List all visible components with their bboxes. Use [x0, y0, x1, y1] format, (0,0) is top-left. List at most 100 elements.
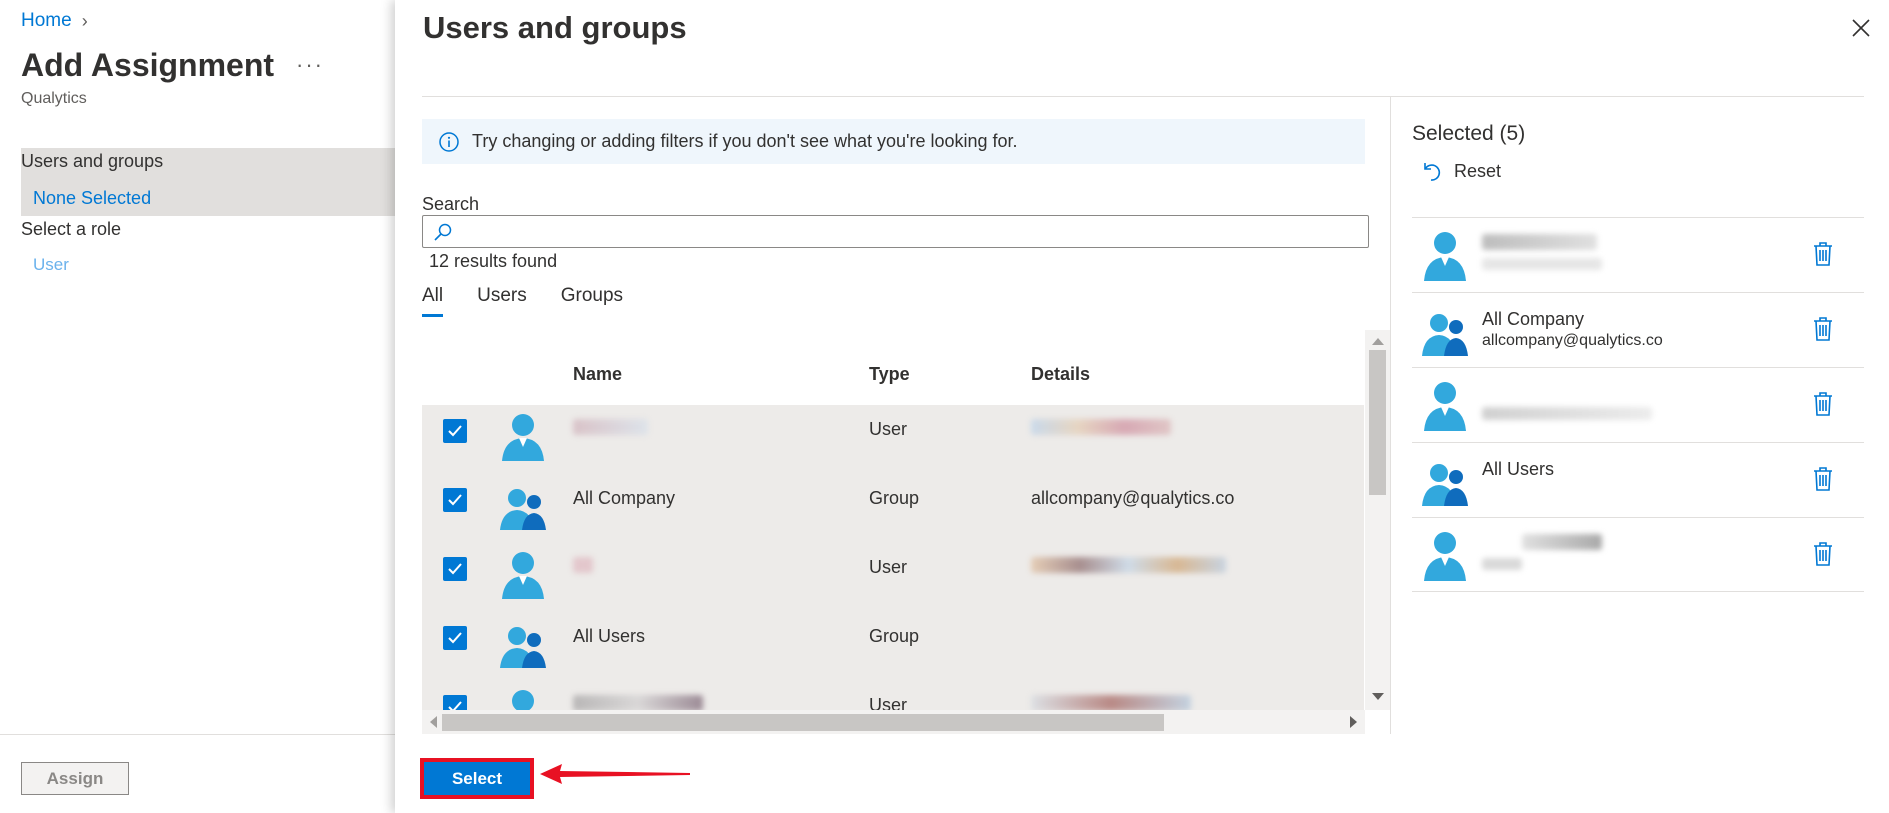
info-banner-text: Try changing or adding filters if you do…: [472, 131, 1018, 151]
selected-item-name: All Company: [1482, 309, 1585, 329]
row-name: [573, 419, 648, 440]
user-avatar-icon: [502, 552, 544, 599]
group-avatar-icon: [1422, 464, 1468, 506]
table-row[interactable]: User: [422, 405, 1364, 474]
row-checkbox[interactable]: [443, 419, 467, 443]
page-title: Add Assignment: [21, 47, 275, 83]
scroll-up-icon[interactable]: [1372, 338, 1384, 345]
row-type: User: [869, 419, 908, 439]
search-label: Search: [422, 194, 480, 214]
row-name: All Users: [573, 626, 646, 646]
reset-label: Reset: [1454, 160, 1502, 181]
row-type: Group: [869, 626, 920, 646]
panel-title: Users and groups: [423, 10, 687, 45]
grid-rows: User All Company Group allcompany@qualyt…: [422, 405, 1364, 710]
results-count: 12 results found: [429, 251, 558, 271]
horizontal-scroll-thumb[interactable]: [442, 714, 1164, 731]
column-header-type[interactable]: Type: [869, 364, 910, 385]
row-name: All Company: [573, 488, 676, 508]
assignment-pane: Home › Add Assignment ··· Qualytics User…: [0, 0, 395, 813]
selected-count-title: Selected (5): [1412, 122, 1526, 145]
grid-horizontal-scrollbar[interactable]: [422, 710, 1365, 734]
assign-button[interactable]: Assign: [21, 762, 129, 795]
row-name: [573, 695, 703, 710]
annotation-highlight-box: [420, 758, 534, 799]
chevron-right-icon: ›: [81, 10, 88, 31]
search-box[interactable]: [422, 215, 1369, 248]
scroll-right-icon[interactable]: [1350, 716, 1357, 728]
trash-icon[interactable]: [1812, 541, 1834, 567]
tab-groups[interactable]: Groups: [561, 285, 623, 317]
users-groups-value-link[interactable]: None Selected: [33, 188, 151, 209]
annotation-arrow-icon: [540, 764, 690, 784]
breadcrumb-home-link[interactable]: Home: [21, 10, 72, 32]
user-avatar-icon: [1424, 232, 1466, 281]
scroll-left-icon[interactable]: [430, 716, 437, 728]
user-avatar-icon: [1424, 532, 1466, 581]
row-checkbox[interactable]: [443, 488, 467, 512]
search-input[interactable]: [459, 218, 1359, 245]
search-icon: [434, 223, 452, 241]
grid-header: Name Type Details: [422, 330, 1364, 405]
row-checkbox[interactable]: [443, 626, 467, 650]
group-avatar-icon: [500, 627, 546, 668]
table-row[interactable]: All Company Group allcompany@qualytics.c…: [422, 474, 1364, 543]
scroll-down-icon[interactable]: [1372, 693, 1384, 700]
users-groups-label: Users and groups: [21, 151, 164, 171]
row-checkbox[interactable]: [443, 557, 467, 581]
table-row[interactable]: All Users Group: [422, 612, 1364, 681]
row-type: User: [869, 695, 908, 710]
vertical-scroll-thumb[interactable]: [1369, 350, 1386, 495]
list-item: [1412, 367, 1864, 442]
role-value-link[interactable]: User: [33, 255, 69, 275]
row-details: allcompany@qualytics.co: [1031, 488, 1235, 508]
trash-icon[interactable]: [1812, 316, 1834, 342]
panel-column-divider: [1390, 97, 1391, 734]
users-groups-panel: Users and groups Try changing or adding …: [395, 0, 1889, 813]
list-item: [1412, 517, 1864, 592]
trash-icon[interactable]: [1812, 241, 1834, 267]
row-checkbox[interactable]: [443, 695, 467, 710]
selected-item-email: [1482, 257, 1602, 275]
list-item: All Users: [1412, 442, 1864, 517]
row-name: [573, 557, 593, 578]
user-avatar-icon: [502, 414, 544, 461]
column-header-name[interactable]: Name: [573, 364, 622, 385]
trash-icon[interactable]: [1812, 391, 1834, 417]
row-details: [1031, 419, 1171, 440]
row-type: Group: [869, 488, 920, 508]
select-role-label: Select a role: [21, 219, 122, 239]
close-icon[interactable]: [1849, 16, 1873, 40]
selected-list: All Company allcompany@qualytics.co All …: [1412, 217, 1864, 592]
row-details: [1031, 557, 1226, 578]
tab-users[interactable]: Users: [477, 285, 527, 317]
row-type: User: [869, 557, 908, 577]
group-avatar-icon: [1422, 314, 1468, 356]
results-grid: Name Type Details User All Company Group…: [422, 330, 1364, 710]
breadcrumb: Home ›: [21, 10, 88, 32]
table-row[interactable]: User: [422, 543, 1364, 612]
more-options-icon[interactable]: ···: [296, 52, 324, 78]
list-item: All Company allcompany@qualytics.co: [1412, 292, 1864, 367]
user-avatar-icon: [512, 690, 534, 710]
tab-all[interactable]: All: [422, 285, 444, 317]
selected-item-name: All Users: [1482, 459, 1555, 479]
selected-item-email: [1482, 557, 1522, 575]
table-row[interactable]: User: [422, 681, 1364, 710]
row-details: [1031, 695, 1191, 710]
column-header-details[interactable]: Details: [1031, 364, 1090, 385]
filter-tabs: All Users Groups: [422, 285, 623, 317]
trash-icon[interactable]: [1812, 466, 1834, 492]
selected-item-email: [1482, 407, 1652, 425]
grid-vertical-scrollbar[interactable]: [1365, 330, 1390, 710]
reset-button[interactable]: Reset: [1422, 160, 1501, 182]
selected-item-email: allcompany@qualytics.co: [1482, 332, 1663, 349]
selected-item-name: [1482, 534, 1602, 555]
user-avatar-icon: [1424, 382, 1466, 431]
group-avatar-icon: [500, 489, 546, 530]
info-banner: Try changing or adding filters if you do…: [422, 119, 1365, 164]
page-subtitle: Qualytics: [21, 90, 87, 107]
undo-icon: [1424, 163, 1441, 181]
list-item: [1412, 217, 1864, 292]
panel-header-divider: [422, 96, 1864, 97]
